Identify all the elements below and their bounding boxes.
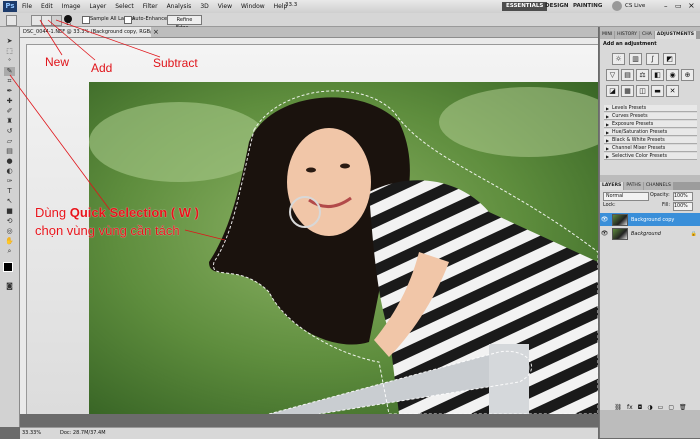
- channel-mixer-icon[interactable]: ⊕: [681, 69, 694, 81]
- lock-icon: 🔒: [690, 230, 697, 237]
- status-bar: 33.33% Doc: 28.7M/37.4M: [20, 427, 598, 439]
- preset-channel-mixer[interactable]: Channel Mixer Presets: [604, 145, 697, 152]
- new-adjustment-icon[interactable]: ◑: [647, 404, 652, 412]
- annotation-subtract: Subtract: [153, 56, 198, 70]
- annotation-line-add: [47, 19, 96, 61]
- vibrance-icon[interactable]: ▽: [606, 69, 619, 81]
- lock-label: Lock:: [603, 203, 616, 208]
- invert-icon[interactable]: ◪: [606, 85, 619, 97]
- annotation-instruction-line1: Dùng Quick Selection ( W ): [35, 205, 199, 221]
- status-zoom[interactable]: 33.33%: [22, 430, 41, 436]
- annotation-prefix: Dùng: [35, 205, 70, 220]
- tab-history[interactable]: HISTORY: [615, 31, 639, 39]
- preset-hue-saturation[interactable]: Hue/Saturation Presets: [604, 129, 697, 136]
- eye-icon[interactable]: 👁: [600, 216, 609, 223]
- preset-exposure[interactable]: Exposure Presets: [604, 121, 697, 128]
- annotation-instruction-line2: chọn vùng vùng cần tách: [35, 223, 180, 238]
- link-layers-icon[interactable]: ⛓: [614, 404, 622, 412]
- layer-thumbnail: [612, 213, 628, 226]
- preset-levels[interactable]: Levels Presets: [604, 105, 697, 112]
- opacity-input[interactable]: 100%: [673, 192, 693, 201]
- adjustment-icons-row1: ☼ ▥ ∫ ◩: [612, 53, 676, 65]
- new-group-icon[interactable]: ▭: [658, 404, 664, 412]
- delete-layer-icon[interactable]: 🗑: [679, 404, 687, 412]
- annotation-line-tool: [9, 74, 111, 211]
- layer-row[interactable]: 👁 Background copy: [600, 213, 700, 226]
- eye-icon[interactable]: 👁: [600, 230, 609, 237]
- black-white-icon[interactable]: ◧: [651, 69, 664, 81]
- photo-filter-icon[interactable]: ◉: [666, 69, 679, 81]
- fill-input[interactable]: 100%: [673, 202, 693, 211]
- adjustment-icons-row3: ◪ ▦ ◫ ▬ ✕: [606, 85, 679, 97]
- add-mask-icon[interactable]: ◘: [638, 404, 643, 412]
- threshold-icon[interactable]: ◫: [636, 85, 649, 97]
- annotation-line-subtract: [55, 19, 161, 58]
- brightness-icon[interactable]: ☼: [612, 53, 625, 65]
- exposure-icon[interactable]: ◩: [663, 53, 676, 65]
- layer-name: Background: [631, 230, 661, 237]
- adjustments-panel-tabs: MINI HISTORY CHA ADJUSTMENTS: [600, 31, 700, 39]
- hue-saturation-icon[interactable]: ▤: [621, 69, 634, 81]
- layers-panel-tabs: LAYERS PATHS CHANNELS: [600, 182, 700, 190]
- preset-curves[interactable]: Curves Presets: [604, 113, 697, 120]
- right-panels: MINI HISTORY CHA ADJUSTMENTS Add an adju…: [599, 27, 700, 438]
- annotation-line-area: [184, 229, 226, 241]
- tab-mini-bridge[interactable]: MINI: [600, 31, 615, 39]
- layers-footer: ⛓ fx ◘ ◑ ▭ ▢ 🗑: [600, 404, 700, 412]
- posterize-icon[interactable]: ▦: [621, 85, 634, 97]
- tab-adjustments[interactable]: ADJUSTMENTS: [654, 31, 697, 39]
- layer-thumbnail: [612, 227, 628, 240]
- new-layer-icon[interactable]: ▢: [668, 404, 674, 412]
- tab-paths[interactable]: PATHS: [624, 182, 643, 190]
- tab-channels[interactable]: CHANNELS: [643, 182, 673, 190]
- opacity-label: Opacity:: [650, 193, 670, 198]
- annotation-tool-name: Quick Selection ( W ): [69, 205, 199, 220]
- layer-style-icon[interactable]: fx: [627, 404, 633, 412]
- selective-color-icon[interactable]: ✕: [666, 85, 679, 97]
- annotation-new: New: [45, 55, 70, 69]
- status-doc-size: Doc: 28.7M/37.4M: [60, 430, 106, 436]
- fill-label: Fill:: [662, 203, 671, 208]
- adjustment-icons-row2: ▽ ▤ ⚖ ◧ ◉ ⊕: [606, 69, 694, 81]
- curves-icon[interactable]: ∫: [646, 53, 659, 65]
- preset-black-white[interactable]: Black & White Presets: [604, 137, 697, 144]
- annotation-line-new: [39, 19, 63, 56]
- tab-layers[interactable]: LAYERS: [600, 182, 624, 190]
- preset-selective-color[interactable]: Selective Color Presets: [604, 153, 697, 160]
- blend-mode-select[interactable]: Normal: [603, 192, 649, 201]
- layers-panel: Normal Opacity: 100% Lock: Fill: 100% 👁 …: [600, 190, 700, 410]
- annotation-add: Add: [91, 61, 113, 75]
- tab-character[interactable]: CHA: [639, 31, 654, 39]
- gradient-map-icon[interactable]: ▬: [651, 85, 664, 97]
- levels-icon[interactable]: ▥: [629, 53, 642, 65]
- layer-row[interactable]: 👁 Background 🔒: [600, 227, 700, 240]
- layer-name: Background copy: [631, 216, 675, 223]
- adjustments-panel: Add an adjustment ☼ ▥ ∫ ◩ ▽ ▤ ⚖ ◧ ◉ ⊕ ◪ …: [600, 39, 700, 175]
- adjustments-title: Add an adjustment: [603, 41, 657, 47]
- color-balance-icon[interactable]: ⚖: [636, 69, 649, 81]
